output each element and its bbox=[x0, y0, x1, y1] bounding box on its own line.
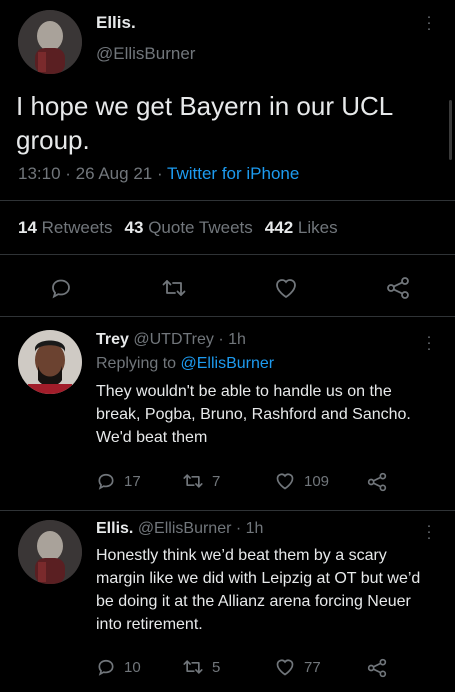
tweet-text: I hope we get Bayern in our UCL group. bbox=[16, 91, 393, 155]
reply-text: Honestly think we’d beat them by a scary… bbox=[96, 547, 421, 633]
replying-to: Replying to @EllisBurner bbox=[96, 355, 274, 373]
retweets-label: Retweets bbox=[41, 218, 113, 237]
more-options-button[interactable]: · · · bbox=[424, 328, 434, 357]
tweet-source-link[interactable]: Twitter for iPhone bbox=[167, 164, 299, 183]
like-icon bbox=[276, 279, 296, 299]
retweet-button[interactable]: 7 bbox=[182, 471, 220, 491]
avatar[interactable] bbox=[18, 330, 82, 394]
reply-button[interactable] bbox=[49, 276, 73, 300]
more-icon: · · · bbox=[426, 8, 432, 37]
avatar-image bbox=[18, 520, 82, 584]
share-button[interactable] bbox=[366, 658, 388, 678]
retweet-icon bbox=[183, 660, 203, 674]
share-icon bbox=[387, 277, 409, 299]
reply-author-name[interactable]: Ellis. bbox=[96, 520, 133, 537]
more-icon: · · · bbox=[426, 328, 432, 357]
replying-to-link[interactable]: @EllisBurner bbox=[181, 355, 275, 372]
reply-text: They wouldn't be able to handle us on th… bbox=[96, 383, 411, 446]
quotes-count: 43 bbox=[124, 218, 144, 237]
retweet-button[interactable] bbox=[161, 276, 187, 300]
retweet-count: 5 bbox=[212, 658, 221, 676]
reply-author-handle[interactable]: @EllisBurner · 1h bbox=[138, 520, 264, 537]
reply-header: Trey @UTDTrey · 1h bbox=[96, 331, 246, 349]
like-button[interactable]: 109 bbox=[274, 471, 329, 491]
divider bbox=[0, 200, 455, 201]
reply-author-handle[interactable]: @UTDTrey · 1h bbox=[133, 331, 246, 348]
likes-count: 442 bbox=[264, 218, 294, 237]
tweet-stats: 14 Retweets 43 Quote Tweets 442 Likes bbox=[18, 218, 338, 238]
retweet-icon bbox=[162, 280, 186, 296]
retweet-button[interactable]: 5 bbox=[182, 657, 220, 677]
divider bbox=[0, 316, 455, 317]
author-handle[interactable]: @EllisBurner bbox=[96, 44, 195, 64]
reply-author-name[interactable]: Trey bbox=[96, 331, 129, 348]
avatar[interactable] bbox=[18, 10, 82, 74]
likes-label: Likes bbox=[297, 218, 338, 237]
likes-stat[interactable]: 442 Likes bbox=[265, 218, 338, 238]
quotes-label: Quote Tweets bbox=[148, 218, 253, 237]
like-count: 77 bbox=[304, 658, 321, 676]
tweet-timestamp: 13:10 · 26 Aug 21 · bbox=[18, 164, 168, 183]
like-button[interactable] bbox=[273, 276, 299, 300]
share-icon bbox=[367, 472, 387, 492]
share-button[interactable] bbox=[385, 276, 411, 300]
retweet-count: 7 bbox=[212, 472, 221, 490]
scrollbar[interactable] bbox=[449, 100, 452, 160]
more-icon: · · · bbox=[426, 517, 432, 546]
reply-icon bbox=[98, 473, 114, 490]
retweets-count: 14 bbox=[18, 218, 37, 237]
like-icon bbox=[276, 659, 294, 676]
reply-count: 17 bbox=[124, 472, 141, 490]
tweet-meta: 13:10 · 26 Aug 21 · Twitter for iPhone bbox=[18, 164, 299, 184]
like-button[interactable]: 77 bbox=[274, 657, 321, 677]
reply-icon bbox=[98, 659, 114, 676]
share-icon bbox=[367, 658, 387, 678]
avatar-image bbox=[18, 10, 82, 74]
replying-to-label: Replying to bbox=[96, 355, 181, 372]
divider bbox=[0, 254, 455, 255]
more-options-button[interactable]: · · · bbox=[424, 8, 434, 37]
reply-count: 10 bbox=[124, 658, 141, 676]
reply-header: Ellis. @EllisBurner · 1h bbox=[96, 520, 263, 538]
reply-button[interactable]: 10 bbox=[96, 657, 141, 677]
share-button[interactable] bbox=[366, 472, 388, 492]
avatar[interactable] bbox=[18, 520, 82, 584]
quotes-stat[interactable]: 43 Quote Tweets bbox=[125, 218, 253, 238]
divider bbox=[0, 510, 455, 511]
reply-button[interactable]: 17 bbox=[96, 471, 141, 491]
more-options-button[interactable]: · · · bbox=[424, 517, 434, 546]
avatar-image bbox=[18, 330, 82, 394]
like-count: 109 bbox=[304, 472, 330, 490]
like-icon bbox=[276, 473, 294, 490]
reply-icon bbox=[52, 279, 70, 299]
retweets-stat[interactable]: 14 Retweets bbox=[18, 218, 113, 238]
author-name[interactable]: Ellis. bbox=[96, 13, 136, 33]
retweet-icon bbox=[183, 474, 203, 488]
